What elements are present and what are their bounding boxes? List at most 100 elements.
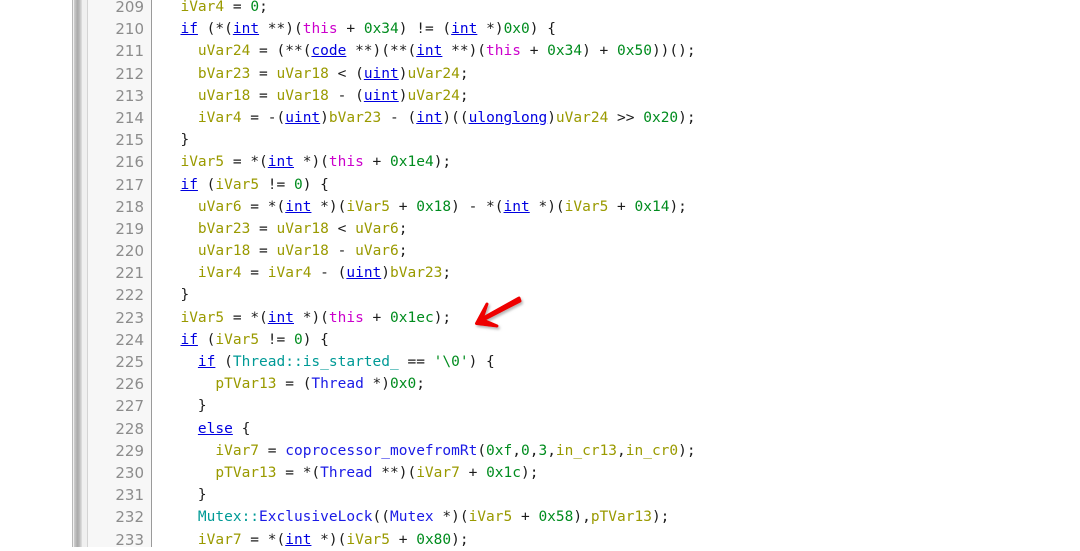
scrollbar-left-edge (72, 0, 73, 547)
code-token-ty: int (267, 154, 294, 171)
code-line[interactable]: iVar5 = *(int *)(this + 0x1ec); (153, 307, 1080, 329)
code-line[interactable]: iVar4 = -(uint)bVar23 - (int)((ulonglong… (153, 107, 1080, 129)
code-token-ty: int (416, 109, 443, 126)
code-line[interactable]: if (Thread::is_started_ == '\0') { (153, 351, 1080, 373)
code-line[interactable]: } (153, 284, 1080, 306)
code-token-num: 0x58 (538, 509, 574, 526)
code-token-ty: int (267, 309, 294, 326)
code-token-pl: } (163, 287, 190, 304)
code-token-fn: Thread (311, 376, 364, 393)
code-token-pl: ), (573, 509, 591, 526)
code-token-pl: **)( (259, 21, 303, 38)
code-line[interactable]: } (153, 395, 1080, 417)
code-token-fn: coprocessor_movefromRt (285, 442, 478, 459)
code-token-var: uVar24 (407, 65, 460, 82)
code-token-var: bVar23 (328, 109, 382, 126)
code-token-num: 0x50 (617, 43, 652, 60)
code-token-pl: < (328, 220, 356, 237)
scrollbar-thumb[interactable] (74, 0, 82, 547)
code-token-ty: int (503, 198, 530, 215)
line-number: 226 (115, 375, 144, 394)
code-token-pl: ; (459, 65, 469, 82)
code-token-pl: >> (608, 109, 644, 126)
code-line[interactable]: bVar23 = uVar18 < (uint)uVar24; (153, 63, 1080, 85)
code-token-pl: ); (520, 464, 539, 481)
line-number: 211 (115, 42, 144, 61)
code-token-pl: **)( (372, 464, 417, 481)
code-token-var: uVar18 (197, 243, 251, 260)
code-token-num: 0x0 (503, 21, 530, 38)
line-number-list: 209 210 211 212 213 214 215 216 217 218 219 220 221 2… (88, 0, 144, 551)
code-line[interactable]: iVar7 = *(int *)(iVar5 + 0x80); (153, 529, 1080, 551)
code-token-pl: = *( (224, 309, 268, 326)
code-token-var: iVar5 (346, 531, 391, 548)
code-token-pl: = (250, 87, 277, 104)
code-line[interactable]: uVar18 = uVar18 - uVar6; (153, 240, 1080, 262)
code-line[interactable]: pTVar13 = *(Thread **)(iVar7 + 0x1c); (153, 462, 1080, 484)
code-token-var: uVar18 (276, 65, 329, 82)
code-token-pl: ; (259, 0, 268, 15)
code-token-pl: { (232, 420, 251, 437)
code-line[interactable]: iVar4 = iVar4 - (uint)bVar23; (153, 262, 1080, 284)
code-line[interactable]: } (153, 484, 1080, 506)
code-token-pl: *)( (529, 198, 565, 215)
code-token-ty: int (451, 21, 478, 38)
code-token-fn: ExclusiveLock (259, 509, 373, 526)
code-line[interactable]: bVar23 = uVar18 < uVar6; (153, 218, 1080, 240)
code-line[interactable]: else { (153, 418, 1080, 440)
code-token-num: 0 (520, 442, 530, 459)
line-number: 233 (115, 530, 144, 549)
code-token-pl: = (250, 65, 277, 82)
code-line[interactable]: Mutex::ExclusiveLock((Mutex *)(iVar5 + 0… (153, 506, 1080, 528)
code-line[interactable]: iVar4 = 0; (153, 0, 1080, 18)
code-token-var: iVar4 (197, 265, 242, 282)
code-token-pl: = ( (276, 376, 312, 393)
code-token-pl: ) { (302, 176, 329, 193)
code-token-pl: = (259, 442, 286, 459)
line-number: 228 (115, 419, 144, 438)
line-number: 223 (115, 308, 144, 327)
code-token-var: iVar4 (267, 265, 312, 282)
code-token-var: uVar6 (355, 220, 399, 237)
code-token-pl: = (250, 220, 277, 237)
code-token-ty: uint (285, 109, 321, 126)
code-line[interactable]: uVar18 = uVar18 - (uint)uVar24; (153, 85, 1080, 107)
code-line[interactable]: iVar7 = coprocessor_movefromRt(0xf,0,3,i… (153, 440, 1080, 462)
code-token-var: uVar24 (407, 87, 460, 104)
line-number: 210 (115, 20, 144, 39)
code-token-pl: ( (215, 354, 233, 370)
code-line[interactable]: iVar5 = *(int *)(this + 0x1e4); (153, 151, 1080, 173)
code-token-ty: uint (363, 87, 399, 104)
code-token-pl: *)( (311, 531, 347, 548)
code-line[interactable]: if (iVar5 != 0) { (153, 174, 1080, 196)
code-line[interactable]: uVar24 = (**(code **)(**(int **)(this + … (153, 40, 1080, 62)
code-token-var: iVar7 (215, 442, 260, 459)
code-line[interactable]: uVar6 = *(int *)(iVar5 + 0x18) - *(int *… (153, 196, 1080, 218)
code-token-var: uVar24 (555, 109, 609, 126)
code-token-var: bVar23 (197, 65, 251, 82)
code-token-pl: + (390, 531, 417, 548)
code-token-fn: Thread (320, 464, 373, 481)
code-lines[interactable]: iVar4 = 0; if (*(int **)(this + 0x34) !=… (153, 0, 1080, 551)
code-token-num: 0x34 (363, 21, 399, 38)
code-token-num: 0x34 (547, 43, 583, 60)
code-line[interactable]: if (*(int **)(this + 0x34) != (int *)0x0… (153, 18, 1080, 40)
line-number: 232 (115, 508, 144, 527)
code-token-num: 0 (293, 176, 303, 193)
code-token-pl: (*( (197, 21, 233, 38)
code-token-pl: = (241, 265, 268, 282)
code-line[interactable]: pTVar13 = (Thread *)0x0; (153, 373, 1080, 395)
code-token-pl: + (512, 509, 539, 526)
code-line[interactable]: } (153, 129, 1080, 151)
vertical-scrollbar[interactable] (72, 0, 88, 547)
code-token-pl: = *( (241, 531, 286, 548)
code-token-ty: ulonglong (468, 109, 548, 126)
code-token-pl: , (547, 442, 556, 459)
code-token-pl: ); (451, 531, 469, 548)
code-line[interactable]: if (iVar5 != 0) { (153, 329, 1080, 351)
code-token-var: iVar5 (564, 198, 609, 215)
code-token-num: 0 (250, 0, 260, 15)
